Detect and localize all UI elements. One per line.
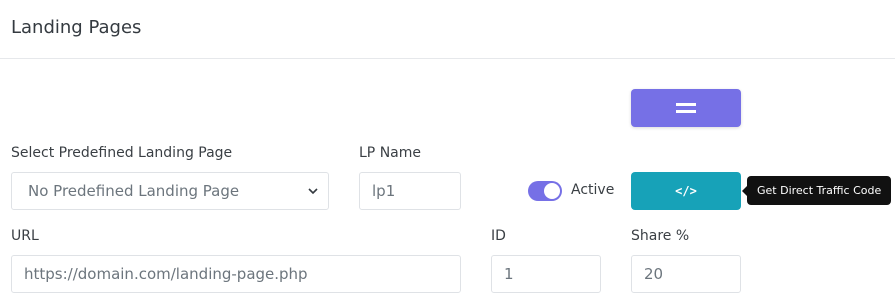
drag-handle-icon: [676, 103, 696, 113]
tooltip: Get Direct Traffic Code: [741, 176, 892, 205]
lp-name-label: LP Name: [359, 145, 421, 161]
lp-name-value: lp1: [372, 182, 396, 200]
chevron-down-icon: [308, 188, 318, 195]
url-placeholder: https://domain.com/landing-page.php: [24, 265, 308, 283]
id-input[interactable]: 1: [491, 255, 601, 293]
page-header: Landing Pages: [0, 0, 895, 59]
active-toggle[interactable]: [528, 181, 562, 201]
predefined-landing-page-value: No Predefined Landing Page: [28, 182, 240, 200]
id-label: ID: [491, 228, 506, 244]
predefined-landing-page-label: Select Predefined Landing Page: [11, 145, 233, 161]
share-value: 20: [644, 265, 664, 283]
get-direct-traffic-code-button[interactable]: </>: [631, 172, 741, 210]
url-input[interactable]: https://domain.com/landing-page.php: [11, 255, 461, 293]
share-label: Share %: [631, 228, 690, 244]
code-icon: </>: [675, 184, 697, 198]
predefined-landing-page-select[interactable]: No Predefined Landing Page: [11, 172, 329, 210]
page-title: Landing Pages: [11, 17, 142, 38]
id-value: 1: [504, 265, 514, 283]
lp-name-input[interactable]: lp1: [359, 172, 461, 210]
drag-handle-button[interactable]: [631, 89, 741, 127]
active-label: Active: [571, 182, 615, 198]
share-input[interactable]: 20: [631, 255, 741, 293]
toggle-knob: [544, 183, 560, 199]
url-label: URL: [11, 228, 39, 244]
